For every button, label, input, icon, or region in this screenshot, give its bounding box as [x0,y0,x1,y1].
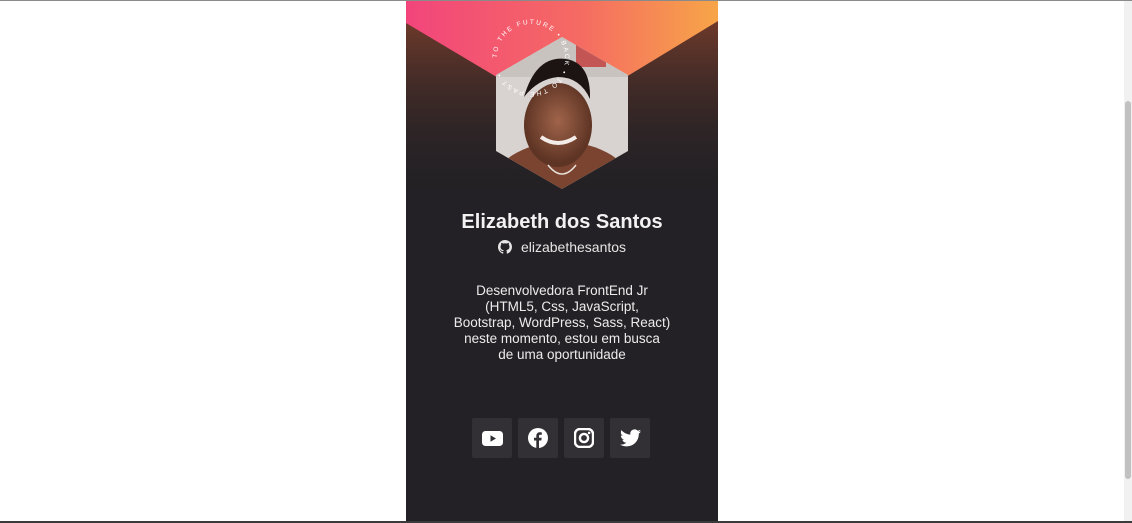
facebook-icon [528,428,548,448]
bio-line: Bootstrap, WordPress, Sass, React) [453,315,671,330]
instagram-button[interactable] [564,418,604,458]
profile-card: TO THE FUTURE • BACK • TO THE PAST • Eli… [406,1,718,523]
social-links [472,418,650,458]
youtube-button[interactable] [472,418,512,458]
bio-line: de uma oportunidade [498,347,626,362]
profile-name: Elizabeth dos Santos [461,211,663,233]
youtube-icon [481,430,503,446]
svg-text:TO THE FUTURE • BACK • TO THE: TO THE FUTURE • BACK • TO THE PAST • [492,19,570,97]
bio-line: (HTML5, Css, JavaScript, [485,299,639,314]
instagram-icon [574,428,594,448]
bio-line: Desenvolvedora FrontEnd Jr [476,283,648,298]
twitter-icon [619,429,641,447]
page: TO THE FUTURE • BACK • TO THE PAST • Eli… [0,0,1132,523]
ring-text: TO THE FUTURE • BACK • TO THE PAST • [492,19,568,97]
page-scrollbar[interactable] [1124,1,1132,523]
rotating-text-badge: TO THE FUTURE • BACK • TO THE PAST • [492,19,570,97]
github-icon [497,240,512,254]
bio-line: neste momento, estou em busca [464,331,660,346]
scrollbar-thumb[interactable] [1125,101,1131,479]
github-link[interactable]: elizabethesantos [406,239,718,255]
twitter-button[interactable] [610,418,650,458]
bio-text: Desenvolvedora FrontEnd Jr (HTML5, Css, … [446,283,678,363]
facebook-button[interactable] [518,418,558,458]
github-username: elizabethesantos [520,239,627,255]
